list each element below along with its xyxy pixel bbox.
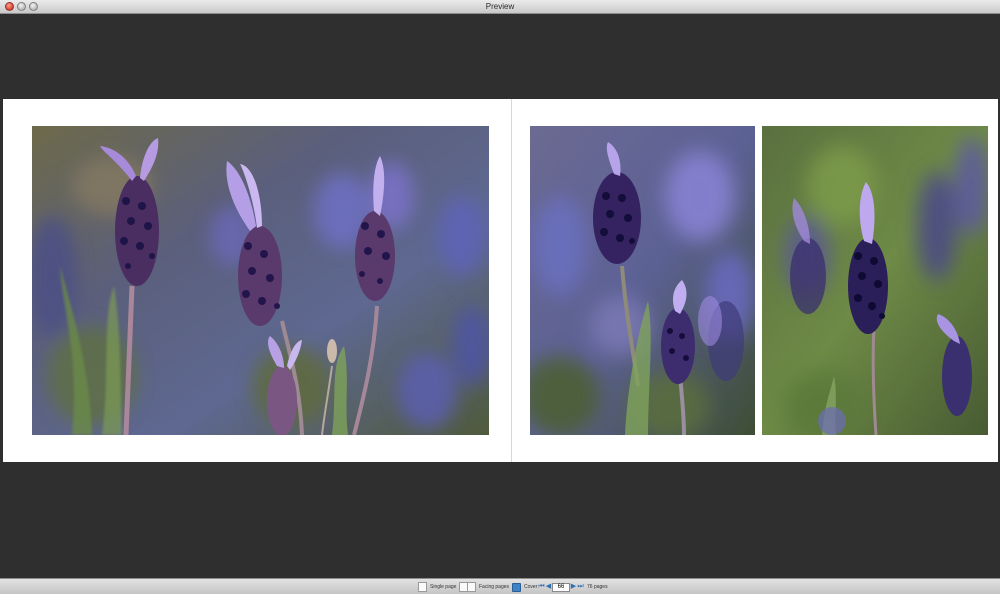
page-number-field[interactable]: 66 xyxy=(552,582,570,592)
facing-page-right-icon xyxy=(467,582,476,592)
facing-pages-label: Facing pages xyxy=(479,584,510,590)
page-navigation: ⏮ ◀ 66 ▶ ⏭ 76 pages xyxy=(538,582,608,592)
page-spread xyxy=(3,99,998,462)
photo-left xyxy=(32,126,489,435)
last-page-icon[interactable]: ⏭ xyxy=(577,583,584,591)
single-page-icon xyxy=(418,582,427,592)
single-page-option[interactable]: Single page xyxy=(418,582,456,592)
window-title: Preview xyxy=(485,2,515,11)
photo-right xyxy=(762,126,988,435)
spread-gutter xyxy=(511,99,512,462)
photo-middle xyxy=(530,126,755,435)
total-pages-label: 76 pages xyxy=(587,584,608,590)
cover-icon xyxy=(512,582,521,592)
cover-label: Cover xyxy=(524,584,538,590)
bottom-toolbar: Single page Facing pages Cover ⏮ ◀ 66 ▶ … xyxy=(0,578,1000,594)
facing-pages-option[interactable]: Facing pages xyxy=(459,582,509,592)
first-page-icon[interactable]: ⏮ xyxy=(538,583,545,591)
cover-option[interactable]: Cover xyxy=(512,582,537,592)
title-bar: Preview xyxy=(0,0,1000,14)
next-page-icon[interactable]: ▶ xyxy=(570,583,577,591)
single-page-label: Single page xyxy=(430,584,457,590)
previous-page-icon[interactable]: ◀ xyxy=(545,583,552,591)
